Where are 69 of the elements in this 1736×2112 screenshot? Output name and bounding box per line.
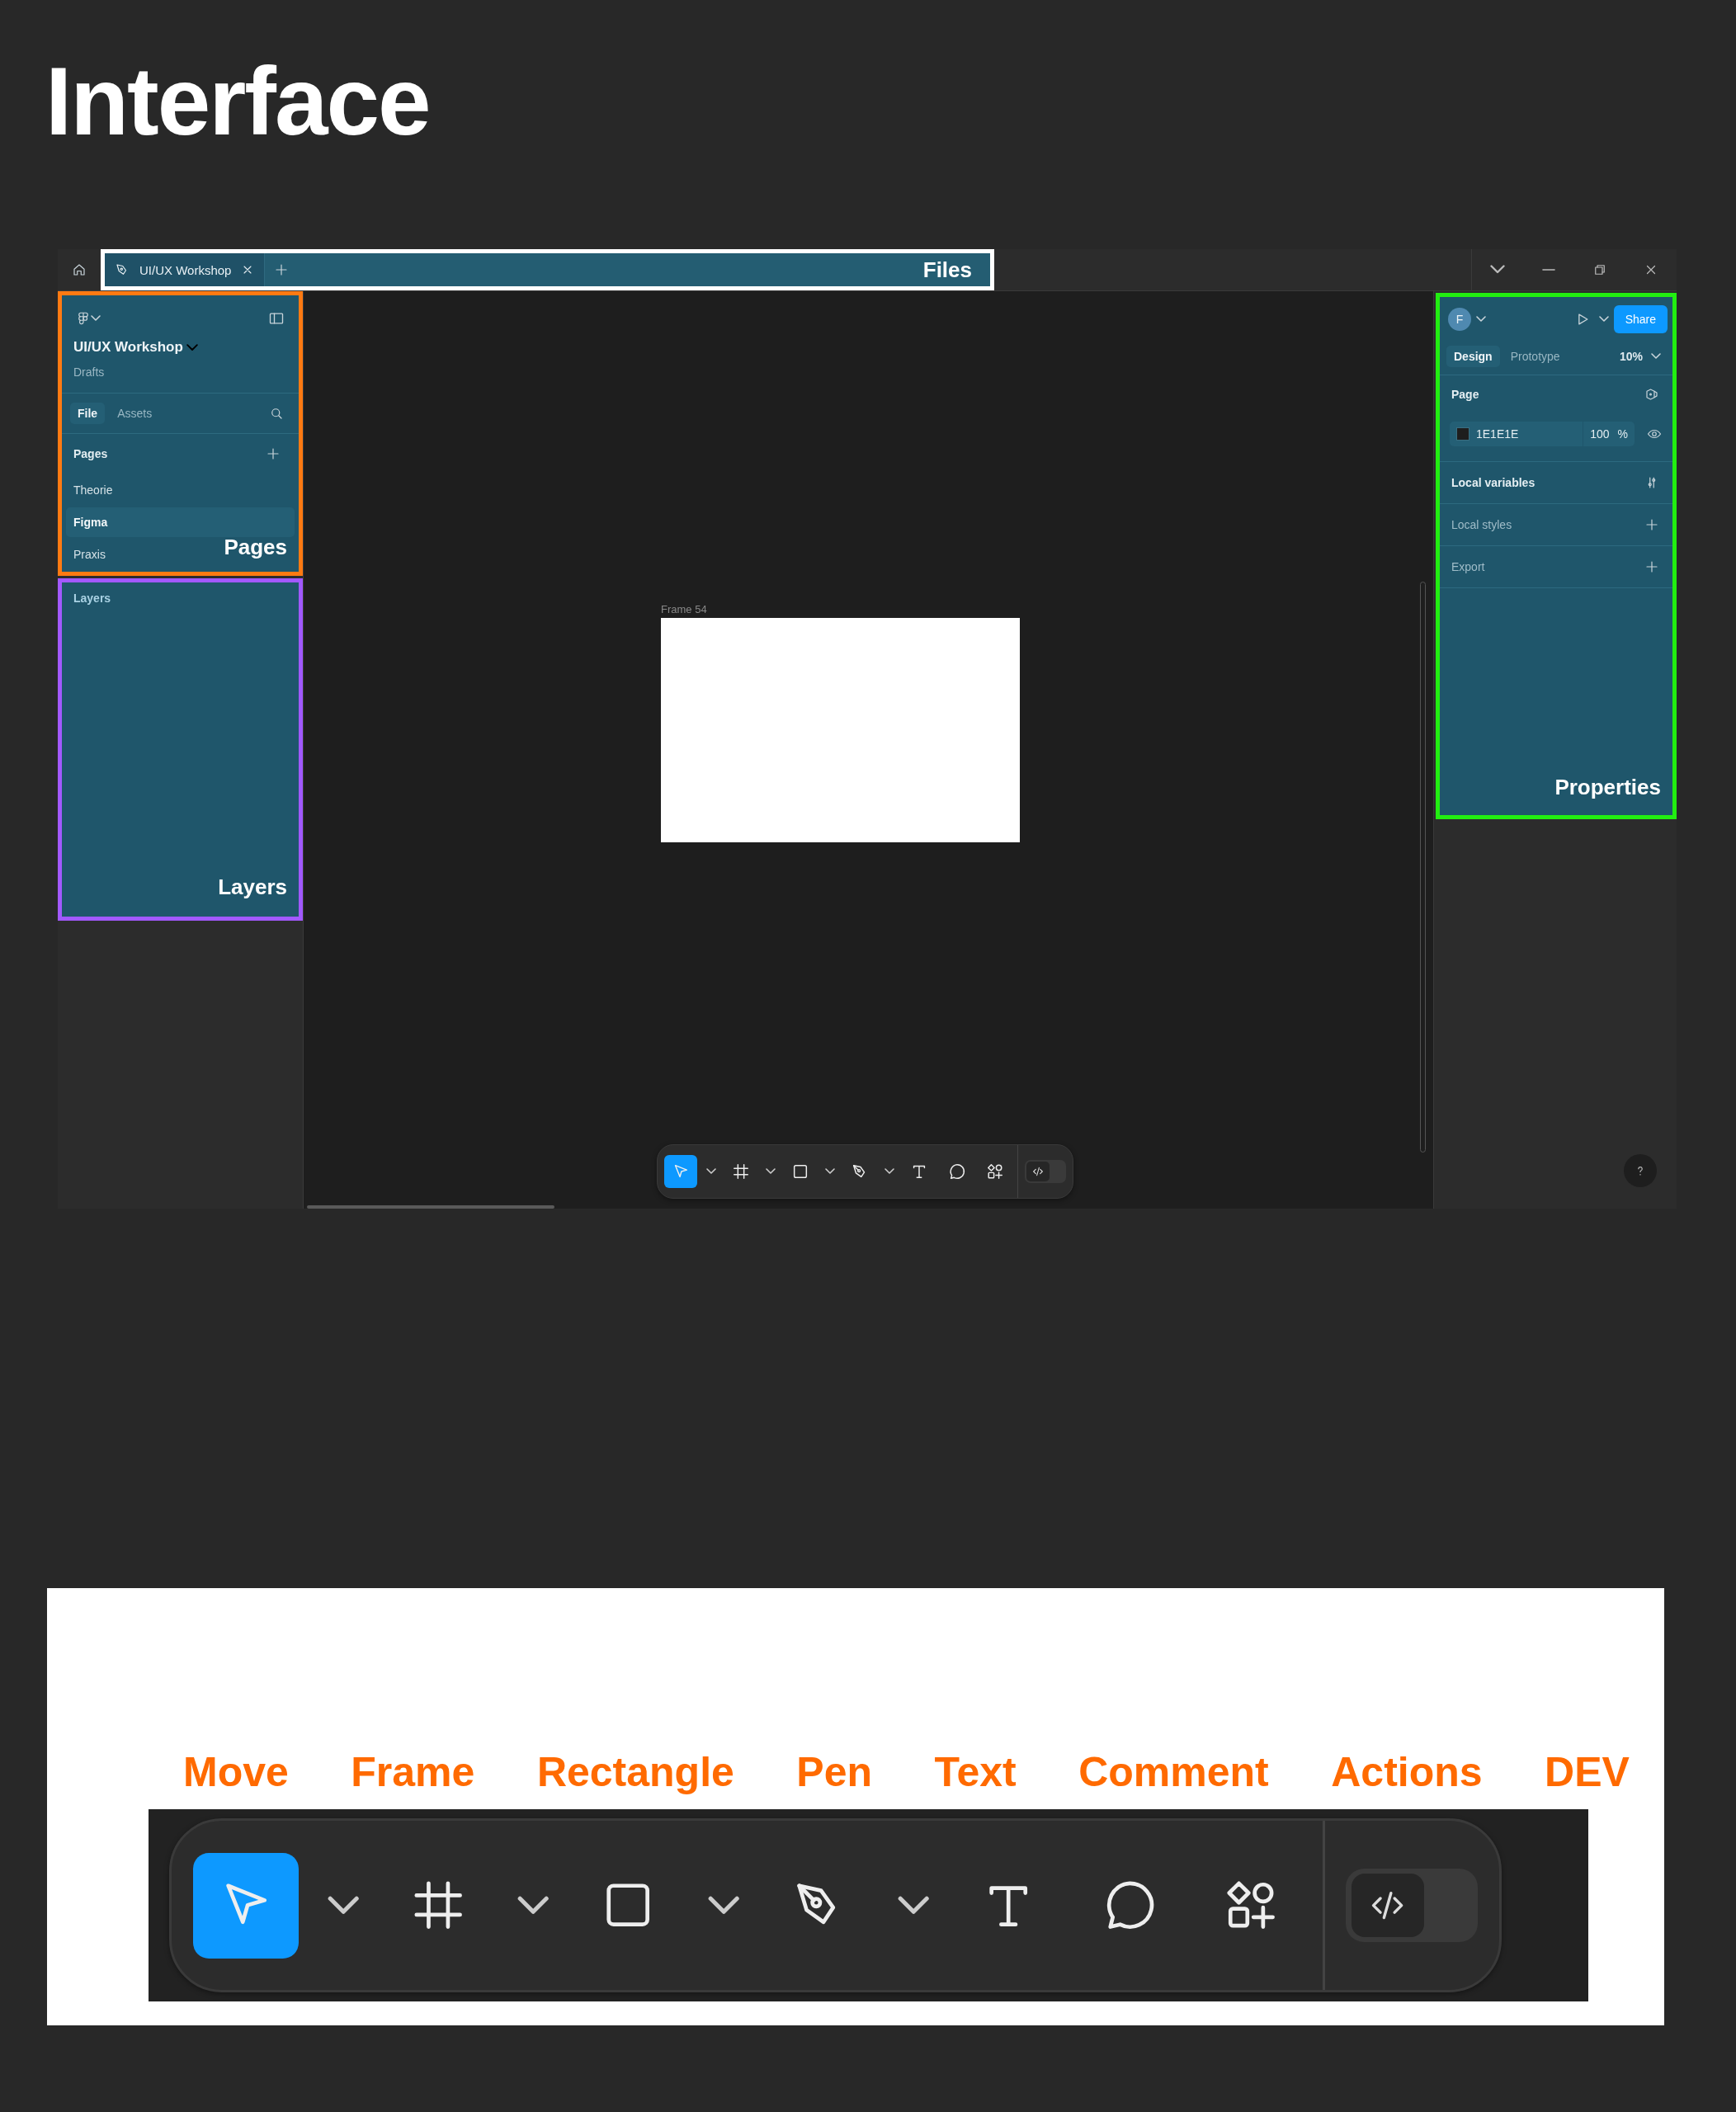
document-tab[interactable]: UI/UX Workshop [105, 253, 266, 286]
frame-label[interactable]: Frame 54 [661, 603, 707, 615]
hexagon-icon [1644, 387, 1659, 402]
chevron-down-icon [825, 1168, 835, 1175]
chevron-down-icon [1476, 316, 1486, 323]
caret-button[interactable] [823, 1168, 837, 1175]
section-heading[interactable]: Export [1451, 560, 1485, 573]
panel-tab[interactable]: Prototype [1502, 346, 1568, 367]
page-item[interactable]: Theorie [66, 475, 120, 505]
files-annotation-text: Files [922, 257, 972, 283]
chevron-down-icon [186, 343, 198, 351]
tool-label: Rectangle [536, 1751, 734, 1797]
chevron-down-icon [707, 1896, 739, 1915]
chevron-down-icon [1598, 316, 1609, 323]
tool-label: DEV [1545, 1751, 1630, 1797]
plus-icon [1644, 559, 1659, 574]
plus-icon [266, 446, 281, 461]
chevron-down-icon [706, 1168, 716, 1175]
section-heading[interactable]: Local styles [1451, 518, 1512, 531]
page-item[interactable]: Figma [66, 507, 295, 537]
actions-icon [986, 1162, 1004, 1181]
chevron-down-icon [766, 1168, 776, 1175]
file-location: Drafts [73, 365, 105, 379]
panel-tab[interactable]: Assets [110, 403, 160, 424]
logo-icon [76, 311, 91, 326]
chevron-down-icon [1651, 353, 1661, 360]
code-icon [1031, 1165, 1045, 1178]
search-icon [269, 406, 284, 421]
page-heading: Interface [45, 47, 431, 157]
dev-mode-toggle[interactable] [1346, 1868, 1479, 1943]
caret-button[interactable] [763, 1168, 778, 1175]
caret-button[interactable] [704, 1168, 719, 1175]
rectangle-icon [791, 1162, 809, 1181]
page-color-field[interactable]: 1E1E1E 100 % [1450, 422, 1635, 446]
minimize-icon [1542, 268, 1555, 271]
chevron-down-icon [897, 1896, 930, 1915]
layers-annotation-text: Layers [218, 874, 287, 900]
tool-label: Frame [351, 1751, 475, 1797]
chevron-down-icon [885, 1168, 894, 1175]
move-tool-button[interactable] [192, 1852, 299, 1959]
comment-icon [948, 1162, 966, 1181]
dev-mode-toggle[interactable] [1025, 1160, 1066, 1183]
frame-icon [732, 1162, 750, 1181]
panel-tab[interactable]: File [70, 403, 106, 424]
chevron-down-icon [91, 315, 101, 322]
layers-heading: Layers [73, 592, 111, 605]
page-heading: Page [1451, 388, 1479, 401]
chevron-down-icon [517, 1896, 550, 1915]
file-title[interactable]: UI/UX Workshop [73, 339, 183, 356]
chevron-down-icon [1490, 265, 1505, 274]
plus-icon [1644, 517, 1659, 532]
tool-label: Actions [1331, 1751, 1483, 1797]
properties-annotation-text: Properties [1554, 775, 1661, 800]
caret-button[interactable] [882, 1168, 897, 1175]
panel-tab[interactable]: Design [1446, 346, 1500, 367]
tool-label: Move [183, 1751, 289, 1797]
section-heading[interactable]: Local variables [1451, 476, 1536, 489]
horizontal-scrollbar[interactable] [307, 1205, 554, 1209]
color-swatch [1456, 427, 1469, 441]
tool-label: Comment [1078, 1751, 1269, 1797]
home-icon [72, 262, 87, 277]
pages-heading: Pages [73, 447, 108, 460]
chevron-down-icon [327, 1896, 360, 1915]
tool-label: Pen [796, 1751, 873, 1797]
pages-annotation-text: Pages [224, 535, 287, 560]
avatar[interactable]: F [1448, 308, 1471, 331]
zoom-level[interactable]: 10% [1619, 350, 1643, 363]
page-item[interactable]: Praxis [66, 540, 113, 569]
tool-label: Text [934, 1751, 1017, 1797]
